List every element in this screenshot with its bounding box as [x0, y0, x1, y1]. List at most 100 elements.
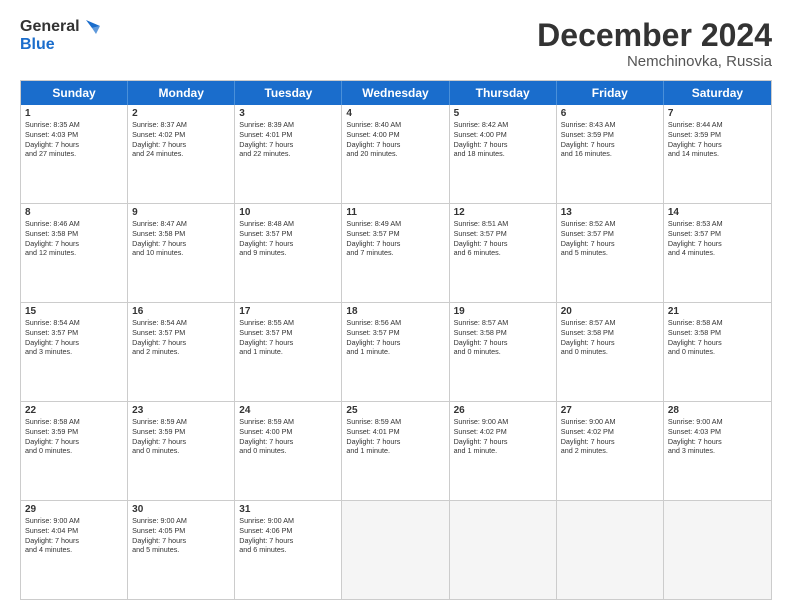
table-row: 21Sunrise: 8:58 AM Sunset: 3:58 PM Dayli…	[664, 303, 771, 401]
table-row: 10Sunrise: 8:48 AM Sunset: 3:57 PM Dayli…	[235, 204, 342, 302]
table-row: 25Sunrise: 8:59 AM Sunset: 4:01 PM Dayli…	[342, 402, 449, 500]
day-number: 12	[454, 207, 552, 218]
table-row: 19Sunrise: 8:57 AM Sunset: 3:58 PM Dayli…	[450, 303, 557, 401]
day-number: 3	[239, 108, 337, 119]
table-row: 11Sunrise: 8:49 AM Sunset: 3:57 PM Dayli…	[342, 204, 449, 302]
day-info: Sunrise: 8:42 AM Sunset: 4:00 PM Dayligh…	[454, 120, 552, 159]
day-info: Sunrise: 9:00 AM Sunset: 4:05 PM Dayligh…	[132, 516, 230, 555]
table-row: 6Sunrise: 8:43 AM Sunset: 3:59 PM Daylig…	[557, 105, 664, 203]
day-info: Sunrise: 8:56 AM Sunset: 3:57 PM Dayligh…	[346, 318, 444, 357]
table-row: 2Sunrise: 8:37 AM Sunset: 4:02 PM Daylig…	[128, 105, 235, 203]
table-row: 18Sunrise: 8:56 AM Sunset: 3:57 PM Dayli…	[342, 303, 449, 401]
table-row: 31Sunrise: 9:00 AM Sunset: 4:06 PM Dayli…	[235, 501, 342, 599]
table-row: 8Sunrise: 8:46 AM Sunset: 3:58 PM Daylig…	[21, 204, 128, 302]
table-row: 4Sunrise: 8:40 AM Sunset: 4:00 PM Daylig…	[342, 105, 449, 203]
day-number: 2	[132, 108, 230, 119]
day-info: Sunrise: 8:35 AM Sunset: 4:03 PM Dayligh…	[25, 120, 123, 159]
day-info: Sunrise: 8:49 AM Sunset: 3:57 PM Dayligh…	[346, 219, 444, 258]
day-info: Sunrise: 8:44 AM Sunset: 3:59 PM Dayligh…	[668, 120, 767, 159]
table-row: 5Sunrise: 8:42 AM Sunset: 4:00 PM Daylig…	[450, 105, 557, 203]
day-number: 10	[239, 207, 337, 218]
table-row: 13Sunrise: 8:52 AM Sunset: 3:57 PM Dayli…	[557, 204, 664, 302]
day-number: 30	[132, 504, 230, 515]
header-tuesday: Tuesday	[235, 81, 342, 105]
day-number: 14	[668, 207, 767, 218]
day-info: Sunrise: 8:59 AM Sunset: 4:01 PM Dayligh…	[346, 417, 444, 456]
table-row: 23Sunrise: 8:59 AM Sunset: 3:59 PM Dayli…	[128, 402, 235, 500]
day-info: Sunrise: 8:58 AM Sunset: 3:58 PM Dayligh…	[668, 318, 767, 357]
day-number: 7	[668, 108, 767, 119]
table-row: 30Sunrise: 9:00 AM Sunset: 4:05 PM Dayli…	[128, 501, 235, 599]
header: General Blue December 2024 Nemchinovka, …	[20, 18, 772, 70]
table-row: 16Sunrise: 8:54 AM Sunset: 3:57 PM Dayli…	[128, 303, 235, 401]
table-row: 17Sunrise: 8:55 AM Sunset: 3:57 PM Dayli…	[235, 303, 342, 401]
day-info: Sunrise: 8:54 AM Sunset: 3:57 PM Dayligh…	[25, 318, 123, 357]
day-number: 6	[561, 108, 659, 119]
day-number: 29	[25, 504, 123, 515]
day-number: 21	[668, 306, 767, 317]
day-number: 31	[239, 504, 337, 515]
table-row: 29Sunrise: 9:00 AM Sunset: 4:04 PM Dayli…	[21, 501, 128, 599]
day-number: 24	[239, 405, 337, 416]
page: General Blue December 2024 Nemchinovka, …	[0, 0, 792, 612]
calendar-week-5: 29Sunrise: 9:00 AM Sunset: 4:04 PM Dayli…	[21, 500, 771, 599]
day-info: Sunrise: 8:48 AM Sunset: 3:57 PM Dayligh…	[239, 219, 337, 258]
day-info: Sunrise: 9:00 AM Sunset: 4:06 PM Dayligh…	[239, 516, 337, 555]
table-row	[450, 501, 557, 599]
logo-general: General	[20, 18, 80, 36]
day-info: Sunrise: 8:57 AM Sunset: 3:58 PM Dayligh…	[561, 318, 659, 357]
calendar-header: Sunday Monday Tuesday Wednesday Thursday…	[21, 81, 771, 105]
day-info: Sunrise: 8:55 AM Sunset: 3:57 PM Dayligh…	[239, 318, 337, 357]
day-number: 17	[239, 306, 337, 317]
calendar-week-4: 22Sunrise: 8:58 AM Sunset: 3:59 PM Dayli…	[21, 401, 771, 500]
logo-bird-icon	[82, 18, 102, 36]
table-row: 1Sunrise: 8:35 AM Sunset: 4:03 PM Daylig…	[21, 105, 128, 203]
table-row: 9Sunrise: 8:47 AM Sunset: 3:58 PM Daylig…	[128, 204, 235, 302]
table-row	[557, 501, 664, 599]
day-info: Sunrise: 8:40 AM Sunset: 4:00 PM Dayligh…	[346, 120, 444, 159]
day-info: Sunrise: 8:52 AM Sunset: 3:57 PM Dayligh…	[561, 219, 659, 258]
day-number: 28	[668, 405, 767, 416]
day-info: Sunrise: 9:00 AM Sunset: 4:04 PM Dayligh…	[25, 516, 123, 555]
table-row: 20Sunrise: 8:57 AM Sunset: 3:58 PM Dayli…	[557, 303, 664, 401]
table-row	[664, 501, 771, 599]
table-row: 12Sunrise: 8:51 AM Sunset: 3:57 PM Dayli…	[450, 204, 557, 302]
day-number: 27	[561, 405, 659, 416]
day-number: 18	[346, 306, 444, 317]
day-number: 25	[346, 405, 444, 416]
calendar: Sunday Monday Tuesday Wednesday Thursday…	[20, 80, 772, 600]
day-number: 11	[346, 207, 444, 218]
day-info: Sunrise: 8:58 AM Sunset: 3:59 PM Dayligh…	[25, 417, 123, 456]
title-block: December 2024 Nemchinovka, Russia	[537, 18, 772, 70]
day-number: 20	[561, 306, 659, 317]
day-info: Sunrise: 8:39 AM Sunset: 4:01 PM Dayligh…	[239, 120, 337, 159]
table-row: 3Sunrise: 8:39 AM Sunset: 4:01 PM Daylig…	[235, 105, 342, 203]
header-wednesday: Wednesday	[342, 81, 449, 105]
calendar-week-3: 15Sunrise: 8:54 AM Sunset: 3:57 PM Dayli…	[21, 302, 771, 401]
header-saturday: Saturday	[664, 81, 771, 105]
day-number: 1	[25, 108, 123, 119]
day-number: 13	[561, 207, 659, 218]
table-row: 14Sunrise: 8:53 AM Sunset: 3:57 PM Dayli…	[664, 204, 771, 302]
header-sunday: Sunday	[21, 81, 128, 105]
day-number: 15	[25, 306, 123, 317]
day-number: 5	[454, 108, 552, 119]
logo-blue: Blue	[20, 36, 55, 54]
table-row: 26Sunrise: 9:00 AM Sunset: 4:02 PM Dayli…	[450, 402, 557, 500]
day-number: 4	[346, 108, 444, 119]
day-info: Sunrise: 9:00 AM Sunset: 4:02 PM Dayligh…	[454, 417, 552, 456]
day-info: Sunrise: 8:51 AM Sunset: 3:57 PM Dayligh…	[454, 219, 552, 258]
table-row: 27Sunrise: 9:00 AM Sunset: 4:02 PM Dayli…	[557, 402, 664, 500]
day-info: Sunrise: 8:46 AM Sunset: 3:58 PM Dayligh…	[25, 219, 123, 258]
day-number: 26	[454, 405, 552, 416]
logo: General Blue	[20, 18, 102, 54]
day-number: 23	[132, 405, 230, 416]
subtitle: Nemchinovka, Russia	[537, 53, 772, 70]
header-thursday: Thursday	[450, 81, 557, 105]
calendar-body: 1Sunrise: 8:35 AM Sunset: 4:03 PM Daylig…	[21, 105, 771, 599]
table-row: 24Sunrise: 8:59 AM Sunset: 4:00 PM Dayli…	[235, 402, 342, 500]
day-number: 8	[25, 207, 123, 218]
table-row: 22Sunrise: 8:58 AM Sunset: 3:59 PM Dayli…	[21, 402, 128, 500]
day-number: 22	[25, 405, 123, 416]
day-number: 19	[454, 306, 552, 317]
